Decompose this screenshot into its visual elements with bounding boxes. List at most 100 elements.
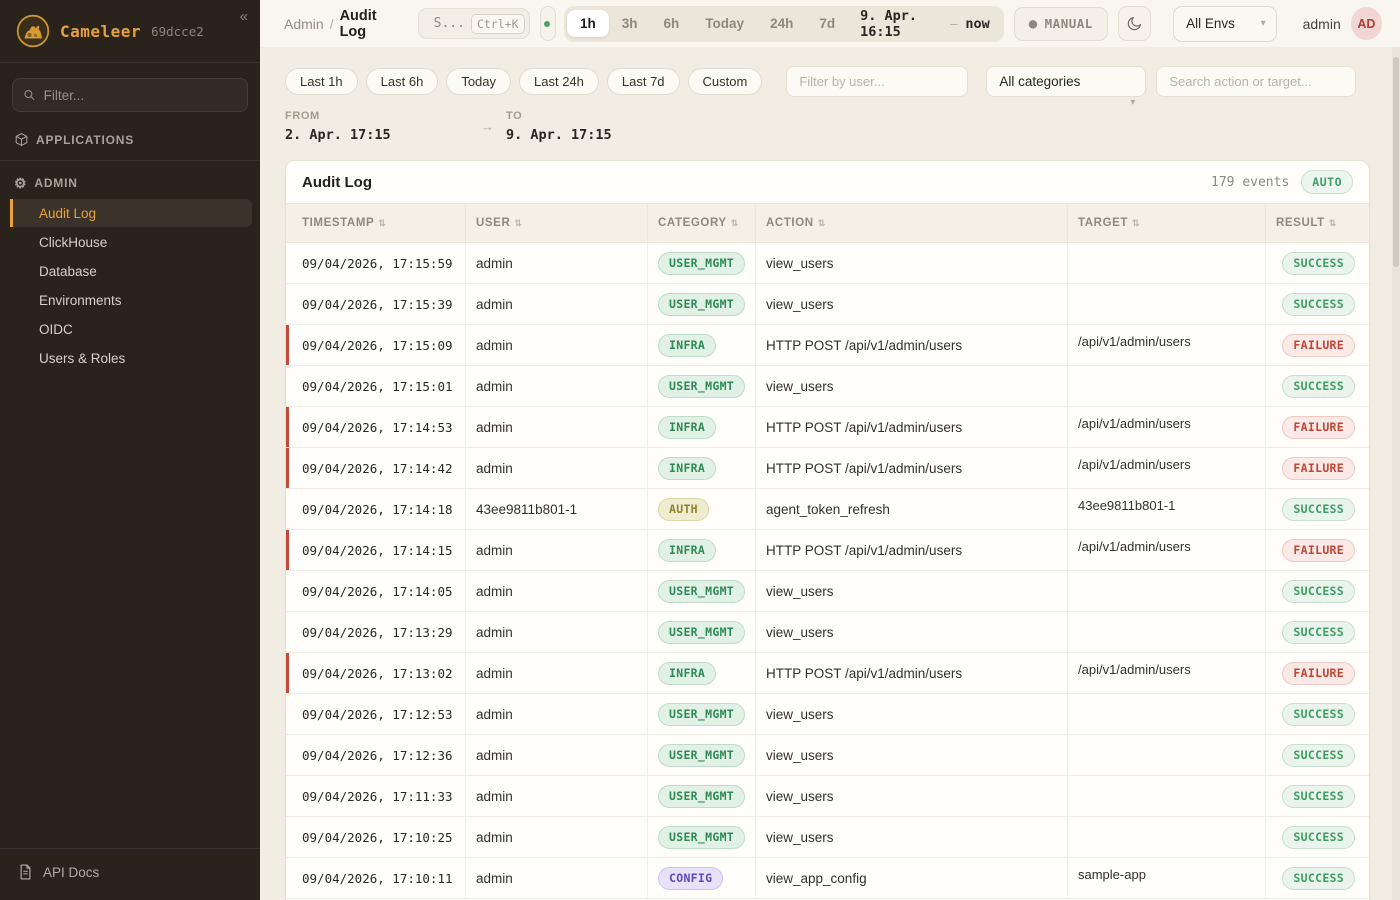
result-badge: FAILURE [1282,457,1355,480]
table-row[interactable]: 09/04/2026, 17:14:15adminINFRAHTTP POST … [286,530,1369,571]
avatar[interactable]: AD [1351,7,1382,40]
applications-section-header[interactable]: APPLICATIONS [0,122,260,155]
cell-timestamp: 09/04/2026, 17:14:05 [302,571,475,611]
cell-action: HTTP POST /api/v1/admin/users [755,530,1077,570]
table-row[interactable]: 09/04/2026, 17:15:09adminINFRAHTTP POST … [286,325,1369,366]
column-header-result[interactable]: RESULT⇅ [1265,204,1355,242]
category-badge: USER_MGMT [658,375,745,398]
table-row[interactable]: 09/04/2026, 17:12:53adminUSER_MGMTview_u… [286,694,1369,735]
cell-target: /api/v1/admin/users [1067,530,1275,570]
column-header-target[interactable]: TARGET⇅ [1067,204,1275,242]
cell-action: HTTP POST /api/v1/admin/users [755,407,1077,447]
table-row[interactable]: 09/04/2026, 17:14:05adminUSER_MGMTview_u… [286,571,1369,612]
cell-user: admin [465,735,657,775]
cell-category: USER_MGMT [647,612,765,652]
dark-mode-toggle[interactable] [1118,6,1151,41]
auto-refresh-badge[interactable]: AUTO [1301,170,1353,194]
breadcrumb-section[interactable]: Admin [284,16,324,32]
table-row[interactable]: 09/04/2026, 17:11:33adminUSER_MGMTview_u… [286,776,1369,817]
cell-timestamp: 09/04/2026, 17:14:18 [302,489,475,529]
sort-icon: ⇅ [514,218,522,229]
sidebar-divider [0,160,260,161]
sidebar-filter-input[interactable] [44,88,237,103]
table-row[interactable]: 09/04/2026, 17:14:1843ee9811b801-1AUTHag… [286,489,1369,530]
column-label: TIMESTAMP [302,217,374,229]
cell-user: admin [465,530,657,570]
to-value: 9. Apr. 17:15 [506,127,612,143]
quick-range-last-1h[interactable]: Last 1h [285,68,358,95]
table-row[interactable]: 09/04/2026, 17:10:25adminUSER_MGMTview_u… [286,817,1369,858]
sidebar-item-users-roles[interactable]: Users & Roles [10,344,252,372]
cell-timestamp: 09/04/2026, 17:14:15 [302,530,475,570]
time-range-3h[interactable]: 3h [609,10,651,37]
quick-range-last-7d[interactable]: Last 7d [607,68,680,95]
table-row[interactable]: 09/04/2026, 17:15:59adminUSER_MGMTview_u… [286,243,1369,284]
cell-result: FAILURE [1265,325,1355,365]
user-filter-input[interactable] [786,66,968,97]
sidebar-footer-api-docs[interactable]: API Docs [0,848,260,900]
sort-icon: ⇅ [731,218,739,229]
breadcrumb-separator: / [330,16,334,32]
sidebar-item-audit-log[interactable]: Audit Log [10,199,252,227]
sidebar-item-oidc[interactable]: OIDC [10,315,252,343]
admin-section-header[interactable]: ⚙ ADMIN [0,166,260,198]
manual-mode-button[interactable]: ● MANUAL [1014,7,1108,41]
time-range-today[interactable]: Today [692,10,757,37]
time-range-24h[interactable]: 24h [757,10,806,37]
table-row[interactable]: 09/04/2026, 17:10:11adminCONFIGview_app_… [286,858,1369,899]
cell-category: AUTH [647,489,765,529]
table-row[interactable]: 09/04/2026, 17:12:36adminUSER_MGMTview_u… [286,735,1369,776]
sort-icon: ⇅ [378,218,386,229]
column-header-category[interactable]: CATEGORY⇅ [647,204,765,242]
to-block[interactable]: TO 9. Apr. 17:15 [506,110,612,143]
column-label: TARGET [1078,217,1128,229]
env-select[interactable]: All Envs ▾ [1173,6,1277,42]
sidebar-item-clickhouse[interactable]: ClickHouse [10,228,252,256]
table-row[interactable]: 09/04/2026, 17:14:42adminINFRAHTTP POST … [286,448,1369,489]
cell-user: admin [465,694,657,734]
scrollbar-track[interactable] [1392,47,1400,900]
category-badge: USER_MGMT [658,621,745,644]
column-label: USER [476,217,510,229]
camel-logo-icon [16,14,50,48]
time-range-6h[interactable]: 6h [651,10,693,37]
column-header-action[interactable]: ACTION⇅ [755,204,1077,242]
table-row[interactable]: 09/04/2026, 17:14:53adminINFRAHTTP POST … [286,407,1369,448]
result-badge: SUCCESS [1282,826,1355,849]
scrollbar-thumb[interactable] [1393,57,1399,267]
range-separator: – [950,16,957,31]
category-select[interactable]: All categories ▾ [986,66,1146,97]
sidebar-item-environments[interactable]: Environments [10,286,252,314]
cell-action: view_app_config [755,858,1077,898]
quick-range-last-6h[interactable]: Last 6h [366,68,439,95]
sidebar-collapse-button[interactable]: « [240,8,248,25]
cell-target [1067,776,1275,816]
cell-timestamp: 09/04/2026, 17:15:39 [302,284,475,324]
table-header: TIMESTAMP⇅USER⇅CATEGORY⇅ACTION⇅TARGET⇅RE… [286,203,1369,243]
time-range-7d[interactable]: 7d [806,10,848,37]
from-block[interactable]: FROM 2. Apr. 17:15 [285,110,481,143]
cell-user: admin [465,653,657,693]
quick-range-custom[interactable]: Custom [688,68,763,95]
action-target-search-input[interactable] [1156,66,1356,97]
table-row[interactable]: 09/04/2026, 17:15:01adminUSER_MGMTview_u… [286,366,1369,407]
category-badge: USER_MGMT [658,703,745,726]
live-indicator-toggle[interactable] [540,6,556,41]
date-range-display: FROM 2. Apr. 17:15 → TO 9. Apr. 17:15 [285,110,1370,143]
quick-range-today[interactable]: Today [446,68,511,95]
column-header-timestamp[interactable]: TIMESTAMP ⇅ [302,204,475,242]
cell-target: /api/v1/admin/users [1067,653,1275,693]
global-search-button[interactable]: S... Ctrl+K [418,8,530,39]
sidebar-filter[interactable] [12,78,248,112]
quick-range-last-24h[interactable]: Last 24h [519,68,599,95]
table-row[interactable]: 09/04/2026, 17:15:39adminUSER_MGMTview_u… [286,284,1369,325]
column-header-user[interactable]: USER ⇅ [465,204,657,242]
time-range-1h[interactable]: 1h [567,10,609,37]
cell-category: CONFIG [647,858,765,898]
table-row[interactable]: 09/04/2026, 17:13:02adminINFRAHTTP POST … [286,653,1369,694]
sidebar-item-database[interactable]: Database [10,257,252,285]
card-header: Audit Log 179 events AUTO [286,161,1369,203]
result-badge: SUCCESS [1282,621,1355,644]
cell-target [1067,284,1275,324]
table-row[interactable]: 09/04/2026, 17:13:29adminUSER_MGMTview_u… [286,612,1369,653]
